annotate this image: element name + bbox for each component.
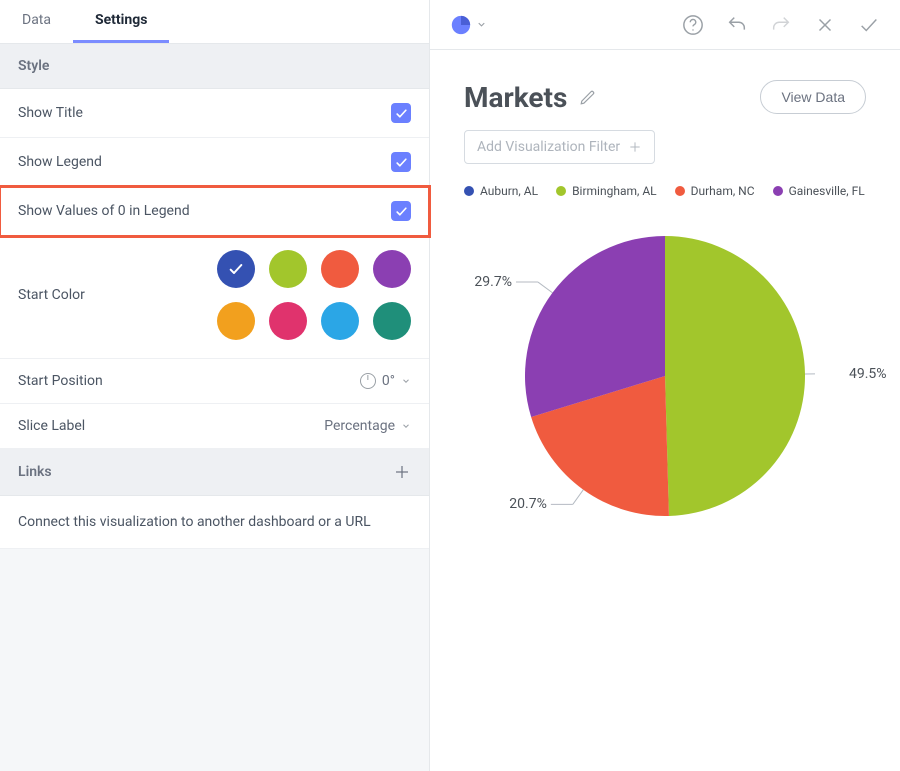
setting-label: Show Legend xyxy=(18,154,102,170)
title-row: Markets View Data xyxy=(464,80,866,114)
chart-title: Markets xyxy=(464,81,567,114)
setting-show-title: Show Title xyxy=(0,89,429,138)
legend-dot xyxy=(556,186,566,196)
plus-icon xyxy=(628,140,642,154)
setting-start-position: Start Position 0° xyxy=(0,359,429,404)
setting-show-legend: Show Legend xyxy=(0,138,429,187)
pie-slice[interactable] xyxy=(665,236,805,516)
pie-chart-icon xyxy=(450,14,472,36)
pie-chart: 49.5%20.7%29.7% xyxy=(464,226,866,526)
setting-show-zero-legend: Show Values of 0 in Legend xyxy=(0,187,429,236)
color-swatches xyxy=(217,250,411,340)
color-swatch[interactable] xyxy=(269,250,307,288)
setting-label: Slice Label xyxy=(18,418,85,434)
color-swatch[interactable] xyxy=(373,250,411,288)
tab-data[interactable]: Data xyxy=(0,0,73,43)
legend-label: Birmingham, AL xyxy=(572,184,657,198)
panel-tabs: Data Settings xyxy=(0,0,429,44)
legend-dot xyxy=(464,186,474,196)
chart-content: Markets View Data Add Visualization Filt… xyxy=(430,50,900,556)
start-position-value: 0° xyxy=(382,373,395,389)
help-icon[interactable] xyxy=(682,14,704,36)
checkbox-show-zero-legend[interactable] xyxy=(391,201,411,221)
topbar xyxy=(430,0,900,50)
legend-dot xyxy=(675,186,685,196)
slice-label: 29.7% xyxy=(474,275,512,289)
chart-type-select[interactable] xyxy=(450,14,487,36)
chevron-down-icon xyxy=(401,421,411,431)
edit-title-icon[interactable] xyxy=(579,88,597,106)
legend-item[interactable]: Auburn, AL xyxy=(464,184,538,198)
checkbox-show-legend[interactable] xyxy=(391,152,411,172)
legend-label: Auburn, AL xyxy=(480,184,538,198)
section-style: Style xyxy=(0,44,429,89)
add-filter[interactable]: Add Visualization Filter xyxy=(464,130,655,164)
filter-placeholder: Add Visualization Filter xyxy=(477,139,620,155)
close-icon[interactable] xyxy=(814,14,836,36)
color-swatch[interactable] xyxy=(217,250,255,288)
slice-label-select[interactable]: Percentage xyxy=(324,418,411,434)
links-description: Connect this visualization to another da… xyxy=(0,496,429,549)
legend-item[interactable]: Gainesville, FL xyxy=(773,184,865,198)
chevron-down-icon xyxy=(401,376,411,386)
setting-label: Start Color xyxy=(18,287,85,303)
add-link-icon[interactable] xyxy=(393,463,411,481)
confirm-icon[interactable] xyxy=(858,14,880,36)
color-swatch[interactable] xyxy=(321,250,359,288)
topbar-actions xyxy=(682,14,880,36)
style-settings-list: Show Title Show Legend Show Values of 0 … xyxy=(0,89,429,449)
setting-label: Show Values of 0 in Legend xyxy=(18,203,190,219)
checkbox-show-title[interactable] xyxy=(391,103,411,123)
legend-label: Durham, NC xyxy=(691,184,755,198)
slice-label-value: Percentage xyxy=(324,418,395,434)
view-data-button[interactable]: View Data xyxy=(760,80,866,114)
color-swatch[interactable] xyxy=(269,302,307,340)
section-links: Links xyxy=(0,449,429,496)
tab-settings[interactable]: Settings xyxy=(73,0,169,43)
slice-label: 20.7% xyxy=(509,497,547,511)
start-position-select[interactable]: 0° xyxy=(360,373,411,389)
color-swatch[interactable] xyxy=(321,302,359,340)
setting-slice-label: Slice Label Percentage xyxy=(0,404,429,449)
legend-dot xyxy=(773,186,783,196)
undo-icon[interactable] xyxy=(726,14,748,36)
slice-label: 49.5% xyxy=(849,367,887,381)
visualization-panel: Markets View Data Add Visualization Filt… xyxy=(430,0,900,771)
clock-icon xyxy=(360,373,376,389)
color-swatch[interactable] xyxy=(373,302,411,340)
legend-label: Gainesville, FL xyxy=(789,184,865,198)
settings-panel: Data Settings Style Show Title Show Lege… xyxy=(0,0,430,771)
setting-start-color: Start Color xyxy=(0,236,429,359)
legend-item[interactable]: Durham, NC xyxy=(675,184,755,198)
legend-item[interactable]: Birmingham, AL xyxy=(556,184,657,198)
setting-label: Show Title xyxy=(18,105,83,121)
redo-icon[interactable] xyxy=(770,14,792,36)
chevron-down-icon xyxy=(476,19,487,30)
color-swatch[interactable] xyxy=(217,302,255,340)
links-label: Links xyxy=(18,464,52,480)
setting-label: Start Position xyxy=(18,373,103,389)
chart-legend: Auburn, AL Birmingham, AL Durham, NC Gaines… xyxy=(464,184,866,198)
